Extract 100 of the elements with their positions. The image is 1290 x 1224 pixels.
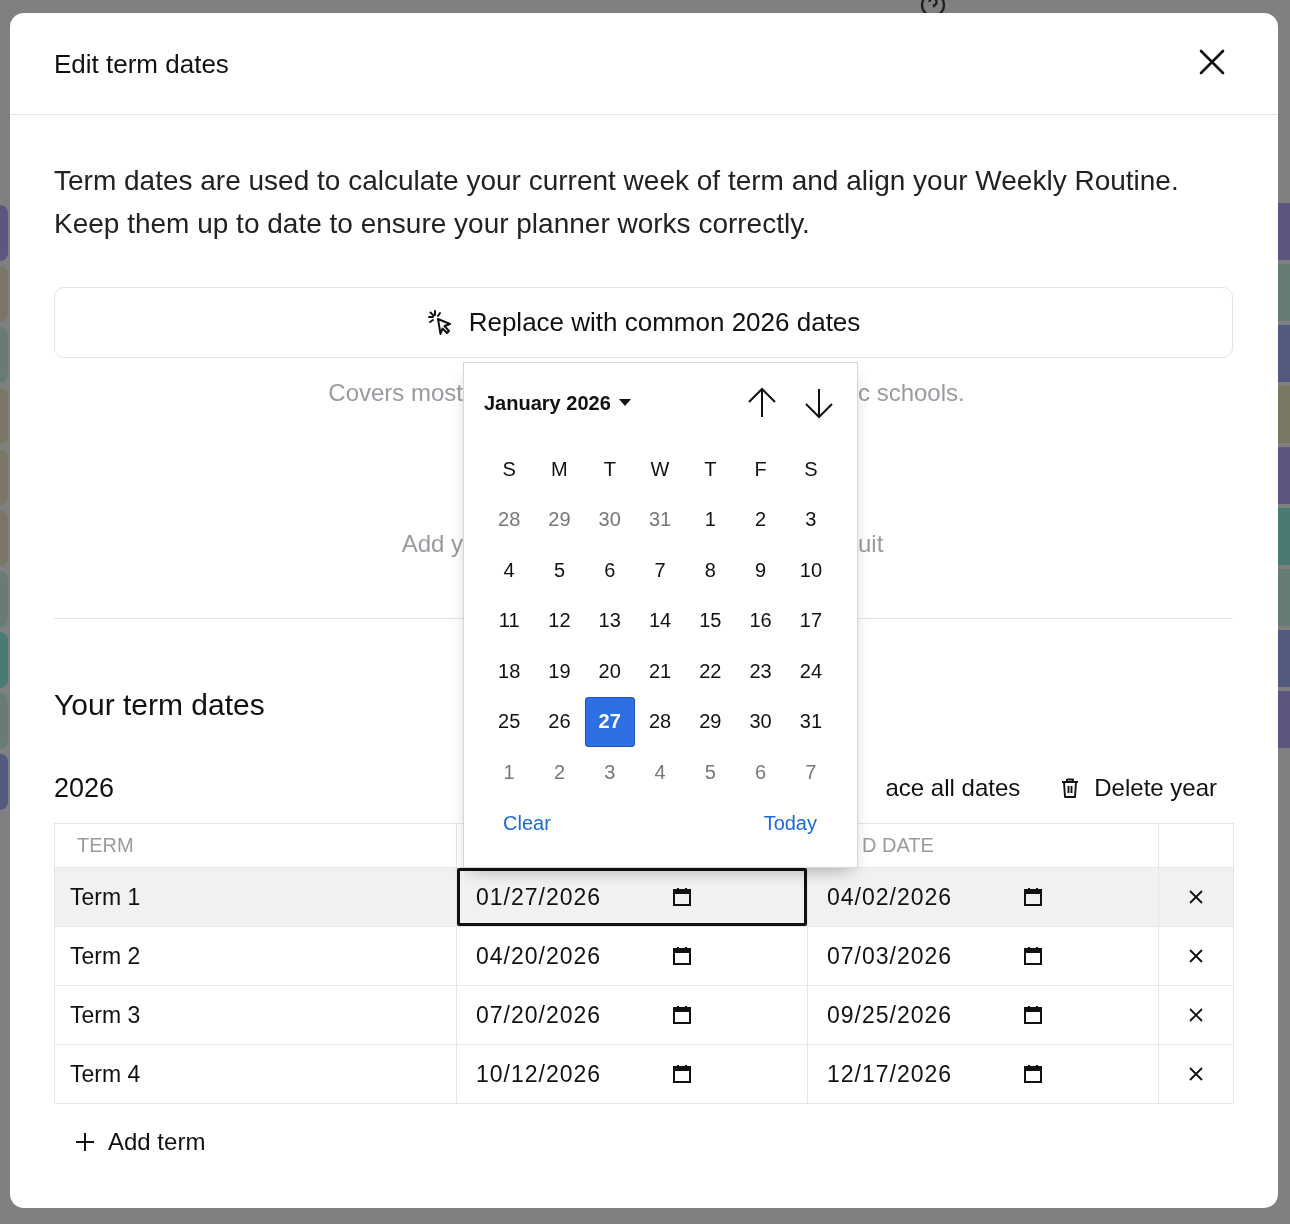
calendar-day[interactable]: 4 (634, 747, 686, 798)
close-icon[interactable] (1198, 47, 1226, 76)
calendar-day[interactable]: 1 (685, 494, 736, 545)
delete-icon[interactable] (1188, 1006, 1204, 1023)
calendar-day[interactable]: 2 (534, 747, 585, 798)
term-name: Term 4 (54, 1044, 457, 1104)
date-field[interactable]: 12/17/2026 (808, 1045, 1158, 1103)
event-block (1278, 630, 1290, 687)
calendar-day[interactable]: 4 (484, 545, 535, 596)
weekday-label: T (602, 456, 617, 482)
calendar-day[interactable]: 13 (584, 595, 635, 646)
calendar-day[interactable]: 17 (785, 595, 837, 646)
add-term-button[interactable]: Add term (54, 1127, 206, 1157)
calendar-day[interactable]: 29 (534, 494, 585, 545)
calendar-day[interactable]: 8 (685, 545, 736, 596)
calendar-icon (672, 946, 692, 966)
delete-year-button[interactable]: Delete year (1060, 774, 1217, 802)
calendar-day[interactable]: 15 (685, 595, 736, 646)
event-block (0, 632, 8, 688)
event-block (0, 205, 8, 261)
delete-icon[interactable] (1188, 888, 1204, 905)
weekday-label: M (550, 456, 569, 482)
calendar-icon (1023, 946, 1043, 966)
month-dropdown[interactable]: January 2026 (484, 391, 631, 415)
event-block (0, 510, 8, 566)
calendar-day[interactable]: 24 (785, 646, 837, 697)
event-block (1278, 447, 1290, 504)
weekday-label: S (803, 456, 819, 482)
calendar-day[interactable]: 30 (584, 494, 635, 545)
today-link[interactable]: Today (763, 811, 817, 835)
event-block (0, 693, 8, 749)
event-block (1278, 691, 1290, 748)
trash-icon (1060, 777, 1081, 799)
calendar-day[interactable]: 5 (685, 747, 736, 798)
calendar-day[interactable]: 26 (534, 696, 585, 747)
term-name: Term 2 (54, 926, 457, 986)
term-name: Term 1 (54, 867, 457, 927)
caret-icon (618, 399, 631, 407)
date-field[interactable]: 04/02/2026 (808, 868, 1158, 926)
calendar-day[interactable]: 7 (634, 545, 686, 596)
hint-text: Add y (401, 529, 463, 559)
calendar-day[interactable]: 23 (735, 646, 786, 697)
calendar-day[interactable]: 3 (785, 494, 837, 545)
calendar-day[interactable]: 31 (634, 494, 686, 545)
calendar-day[interactable]: 21 (634, 646, 686, 697)
calendar-day[interactable]: 16 (735, 595, 786, 646)
calendar-day[interactable]: 20 (584, 646, 635, 697)
replace-dates-button[interactable]: Replace with common 2026 dates (54, 287, 1233, 358)
replace-dates-link[interactable]: ace all dates (885, 774, 1021, 802)
calendar-day[interactable]: 6 (584, 545, 635, 596)
hint-text: Covers most (328, 378, 463, 408)
calendar-day[interactable]: 30 (735, 696, 786, 747)
date-field[interactable]: 04/20/2026 (457, 927, 807, 985)
calendar-day[interactable]: 1 (484, 747, 535, 798)
calendar-day[interactable]: 28 (634, 696, 686, 747)
date-field[interactable]: 07/20/2026 (457, 986, 807, 1044)
dialog-title: Edit term dates (54, 49, 229, 80)
calendar-day[interactable]: 31 (785, 696, 837, 747)
calendar-icon (672, 1064, 692, 1084)
event-block (0, 327, 8, 383)
event-block (1278, 386, 1290, 443)
calendar-day[interactable]: 29 (685, 696, 736, 747)
calendar-icon (672, 887, 692, 907)
term-name: Term 3 (54, 985, 457, 1045)
calendar-icon (672, 1005, 692, 1025)
date-field[interactable]: 07/03/2026 (808, 927, 1158, 985)
section-title: Your term dates (54, 687, 265, 723)
up-arrow-icon[interactable] (747, 387, 777, 419)
description: Term dates are used to calculate your current week of term and align your Weekly Routine. Keep them up to date to ensure your planner works correctly. (54, 164, 1180, 241)
calendar-day[interactable]: 14 (634, 595, 686, 646)
calendar-day[interactable]: 10 (785, 545, 837, 596)
calendar-day[interactable]: 25 (484, 696, 535, 747)
date-field[interactable]: 09/25/2026 (808, 986, 1158, 1044)
date-field[interactable]: 01/27/2026 (457, 868, 807, 926)
calendar-day[interactable]: 22 (685, 646, 736, 697)
calendar-day[interactable]: 11 (484, 595, 535, 646)
calendar-day[interactable]: 27 (584, 696, 635, 747)
event-block (1278, 325, 1290, 382)
calendar-day[interactable]: 6 (735, 747, 786, 798)
calendar-day[interactable]: 3 (584, 747, 635, 798)
event-block (1278, 203, 1290, 260)
weekday-label: S (501, 456, 517, 482)
clear-link[interactable]: Clear (503, 811, 551, 835)
event-block (0, 388, 8, 444)
calendar-day[interactable]: 7 (785, 747, 837, 798)
calendar-icon (1023, 1005, 1043, 1025)
calendar-day[interactable]: 5 (534, 545, 585, 596)
weekday-label: T (703, 456, 718, 482)
delete-icon[interactable] (1188, 1065, 1204, 1082)
calendar-day[interactable]: 12 (534, 595, 585, 646)
calendar-day[interactable]: 9 (735, 545, 786, 596)
date-field[interactable]: 10/12/2026 (457, 1045, 807, 1103)
calendar-day[interactable]: 19 (534, 646, 585, 697)
down-arrow-icon[interactable] (804, 387, 834, 419)
plus-icon (74, 1131, 96, 1153)
calendar-day[interactable]: 18 (484, 646, 535, 697)
calendar-day[interactable]: 28 (484, 494, 535, 545)
event-block (0, 449, 8, 505)
calendar-day[interactable]: 2 (735, 494, 786, 545)
delete-icon[interactable] (1188, 947, 1204, 964)
